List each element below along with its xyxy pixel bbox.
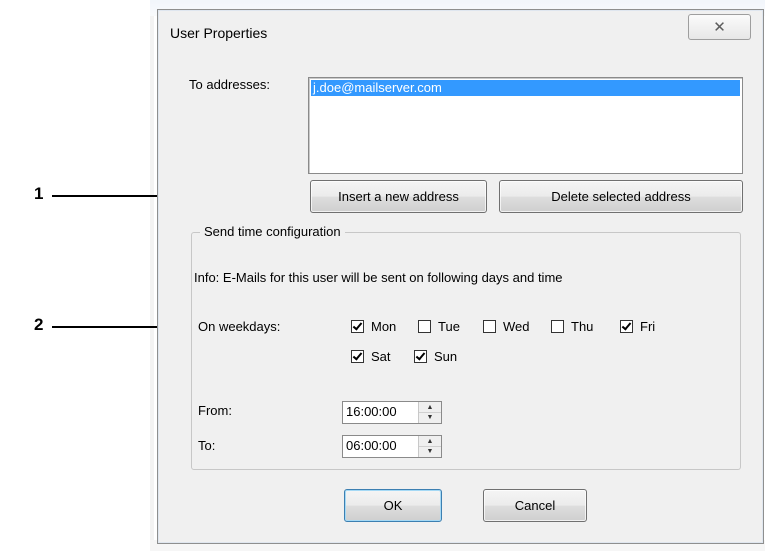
to-time-value[interactable]: 06:00:00	[346, 438, 397, 453]
checkbox-tue-box[interactable]	[418, 320, 431, 333]
close-icon: ✕	[713, 19, 726, 36]
checkbox-wed[interactable]: Wed	[483, 319, 530, 334]
address-list[interactable]: j.doe@mailserver.com	[308, 77, 743, 174]
send-time-group: Send time configuration	[191, 224, 741, 470]
delete-address-button[interactable]: Delete selected address	[499, 180, 743, 213]
from-label: From:	[198, 403, 232, 418]
title-bar: User Properties ✕	[158, 10, 763, 50]
close-button[interactable]: ✕	[688, 14, 751, 40]
from-time-spin-buttons: ▲ ▼	[418, 402, 441, 423]
cancel-button-label: Cancel	[514, 498, 556, 513]
to-label: To:	[198, 438, 216, 453]
callout-number-2: 2	[34, 315, 44, 334]
screenshot-stage: 1 2 User Properties ✕ To addresses: j.do…	[0, 0, 765, 551]
insert-address-button-label: Insert a new address	[338, 189, 459, 204]
checkbox-fri-box[interactable]	[620, 320, 633, 333]
to-time-spinner[interactable]: 06:00:00 ▲ ▼	[342, 435, 442, 458]
dialog-title: User Properties	[170, 25, 268, 41]
ok-button-label: OK	[383, 498, 403, 513]
checkbox-sat-box[interactable]	[351, 350, 364, 363]
delete-address-button-label: Delete selected address	[551, 189, 691, 204]
checkbox-sat-label: Sat	[371, 349, 391, 364]
checkbox-wed-label: Wed	[503, 319, 530, 334]
checkbox-tue-label: Tue	[438, 319, 460, 334]
weekdays-label: On weekdays:	[198, 319, 281, 334]
checkbox-sun[interactable]: Sun	[414, 349, 457, 364]
from-time-value[interactable]: 16:00:00	[346, 404, 397, 419]
checkbox-sun-label: Sun	[434, 349, 458, 364]
ok-button[interactable]: OK	[344, 489, 442, 522]
callout-number-1: 1	[34, 184, 44, 203]
checkbox-tue[interactable]: Tue	[418, 319, 460, 334]
from-time-spinner[interactable]: 16:00:00 ▲ ▼	[342, 401, 442, 424]
spin-down-icon[interactable]: ▼	[419, 446, 441, 456]
info-text: Info: E-Mails for this user will be sent…	[194, 270, 563, 285]
checkbox-mon-label: Mon	[371, 319, 397, 334]
spin-down-icon[interactable]: ▼	[419, 412, 441, 422]
send-time-group-title: Send time configuration	[200, 224, 345, 239]
checkbox-sat[interactable]: Sat	[351, 349, 391, 364]
checkbox-sun-box[interactable]	[414, 350, 427, 363]
to-time-spin-buttons: ▲ ▼	[418, 436, 441, 457]
user-properties-dialog: User Properties ✕ To addresses: j.doe@ma…	[157, 9, 764, 544]
checkbox-mon[interactable]: Mon	[351, 319, 396, 334]
checkbox-mon-box[interactable]	[351, 320, 364, 333]
cancel-button[interactable]: Cancel	[483, 489, 587, 522]
checkbox-thu-label: Thu	[571, 319, 594, 334]
address-list-item[interactable]: j.doe@mailserver.com	[311, 80, 740, 96]
checkbox-thu[interactable]: Thu	[551, 319, 593, 334]
to-addresses-label: To addresses:	[189, 77, 270, 92]
checkbox-thu-box[interactable]	[551, 320, 564, 333]
background-window-edge	[150, 16, 154, 551]
checkbox-fri[interactable]: Fri	[620, 319, 655, 334]
checkbox-fri-label: Fri	[640, 319, 656, 334]
insert-address-button[interactable]: Insert a new address	[310, 180, 487, 213]
checkbox-wed-box[interactable]	[483, 320, 496, 333]
